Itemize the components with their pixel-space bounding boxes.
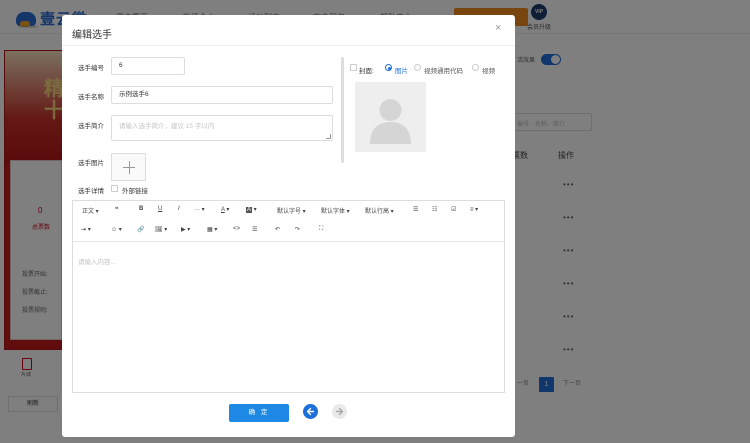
numbered-list-icon[interactable]: ☷ [432, 206, 437, 213]
font-family-select[interactable]: 默认字体 ▾ [321, 206, 350, 215]
cover-option-image[interactable]: 图片 [395, 65, 408, 75]
person-avatar-icon [355, 82, 426, 152]
next-contestant-button[interactable] [332, 404, 347, 419]
align-select[interactable]: ≡ ▾ [470, 206, 478, 213]
dialog-title: 编辑选手 [72, 30, 112, 41]
cover-image-placeholder[interactable] [355, 82, 426, 152]
dialog-divider [62, 45, 515, 46]
intro-label: 选手简介 [78, 123, 104, 130]
fullscreen-icon[interactable]: ⛶ [319, 226, 323, 233]
number-label: 选手编号 [78, 65, 104, 72]
name-label: 选手名称 [78, 94, 104, 101]
cover-radio-video-code[interactable] [414, 64, 421, 71]
number-input[interactable]: 6 [111, 57, 185, 75]
redo-icon[interactable]: ↷ [295, 226, 300, 233]
underline-icon[interactable]: U [158, 206, 162, 212]
editor-placeholder[interactable]: 请输入内容... [78, 256, 116, 266]
name-input[interactable]: 示例选手6 [111, 86, 333, 104]
rich-text-editor[interactable]: 正文 ▾ ❝ B U I ··· ▾ A ▾ A ▾ 默认字号 ▾ 默认字体 ▾… [72, 200, 505, 393]
italic-icon[interactable]: I [178, 206, 180, 212]
external-link-checkbox[interactable] [111, 185, 118, 192]
image-upload-button[interactable] [111, 153, 146, 181]
external-link-label: 外部链接 [122, 188, 148, 195]
cover-option-video-code[interactable]: 视频通用代码 [424, 65, 463, 75]
form-scrollbar[interactable] [341, 57, 344, 163]
video-insert-select[interactable]: ▶ ▾ [181, 226, 190, 233]
table-insert-select[interactable]: ▦ ▾ [207, 226, 217, 233]
cover-radio-video[interactable] [472, 64, 479, 71]
cover-checkbox[interactable] [350, 64, 357, 71]
intro-textarea[interactable]: 请输入选手简介，建议 15 字以内 [111, 115, 333, 141]
close-icon[interactable]: × [495, 22, 501, 34]
emoji-select[interactable]: ☺ ▾ [111, 226, 122, 233]
bulleted-list-icon[interactable]: ☰ [413, 206, 418, 213]
undo-icon[interactable]: ↶ [275, 226, 280, 233]
code-icon[interactable]: <> [233, 226, 240, 232]
arrow-right-icon [335, 407, 344, 416]
indent-select[interactable]: ⇥ ▾ [81, 226, 91, 233]
detail-label: 选手详情 [78, 188, 104, 195]
intro-placeholder: 请输入选手简介，建议 15 字以内 [119, 123, 215, 130]
resize-handle-icon[interactable] [326, 134, 331, 139]
more-format-select[interactable]: ··· ▾ [194, 206, 205, 213]
editor-toolbar-row-2: ⇥ ▾ ☺ ▾ 🔗 🖼 ▾ ▶ ▾ ▦ ▾ <> ☰ ↶ ↷ ⛶ [73, 221, 504, 241]
editor-toolbar-row-1: 正文 ▾ ❝ B U I ··· ▾ A ▾ A ▾ 默认字号 ▾ 默认字体 ▾… [73, 201, 504, 221]
paragraph-format-select[interactable]: 正文 ▾ [82, 206, 99, 215]
font-size-select[interactable]: 默认字号 ▾ [277, 206, 306, 215]
cover-radio-image[interactable] [385, 64, 392, 71]
image-insert-select[interactable]: 🖼 ▾ [155, 226, 167, 233]
bold-icon[interactable]: B [139, 206, 143, 212]
todo-list-icon[interactable]: ☑ [451, 206, 456, 213]
image-label: 选手图片 [78, 160, 104, 167]
link-icon[interactable]: 🔗 [137, 226, 144, 233]
previous-contestant-button[interactable] [303, 404, 318, 419]
confirm-button[interactable]: 确 定 [229, 404, 289, 422]
toolbar-divider [73, 241, 504, 242]
cover-option-video[interactable]: 视频 [482, 65, 495, 75]
line-height-select[interactable]: 默认行高 ▾ [365, 206, 394, 215]
background-color-select[interactable]: A ▾ [246, 206, 257, 213]
cover-label: 封面: [359, 68, 374, 75]
arrow-left-icon [306, 407, 315, 416]
divider-icon[interactable]: ☰ [252, 226, 257, 233]
edit-contestant-dialog: 编辑选手 × 选手编号 6 选手名称 示例选手6 选手简介 请输入选手简介，建议… [62, 15, 515, 437]
font-color-select[interactable]: A ▾ [221, 206, 229, 213]
blockquote-icon[interactable]: ❝ [115, 206, 118, 213]
